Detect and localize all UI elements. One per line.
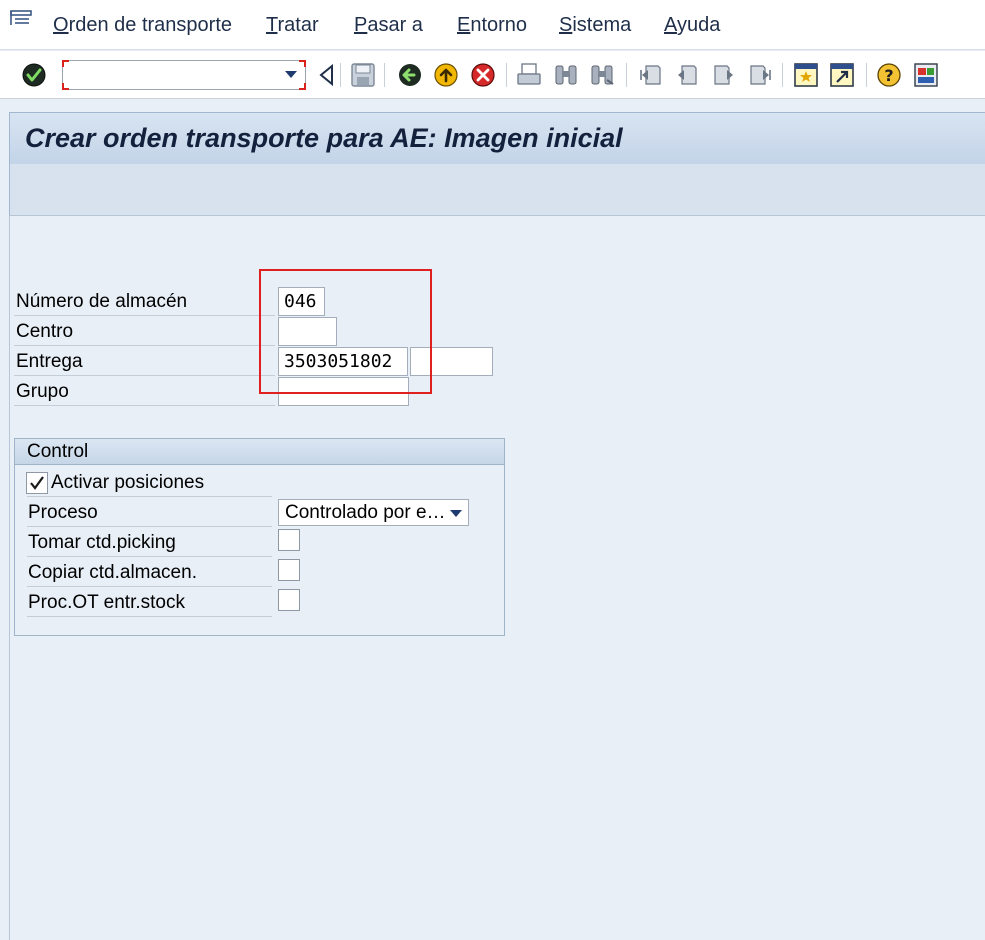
menu-pasar-a[interactable]: Pasar a	[354, 14, 423, 37]
chevron-down-icon[interactable]	[450, 510, 462, 517]
menu-entorno[interactable]: Entorno	[457, 14, 527, 37]
highlight-annotation	[259, 269, 432, 394]
toolbar-separator	[340, 63, 341, 87]
svg-text:?: ?	[884, 66, 893, 85]
system-menu-icon[interactable]	[9, 9, 35, 31]
menu-sistema[interactable]: Sistema	[559, 14, 631, 37]
group-label: Grupo	[16, 381, 69, 402]
process-select-value: Controlado por e…	[285, 502, 446, 523]
copy-wh-qty-checkbox[interactable]	[278, 559, 300, 581]
toolbar-separator	[506, 63, 507, 87]
label-underline	[14, 345, 275, 346]
label-underline	[27, 586, 272, 587]
menu-orden-de-transporte[interactable]: Orden de transporte	[53, 14, 232, 37]
label-underline	[14, 405, 275, 406]
control-group-box: Control Activar posiciones Proceso Contr…	[14, 438, 505, 636]
menu-bar: Orden de transporte Tratar Pasar a Entor…	[0, 0, 985, 50]
label-underline	[27, 526, 272, 527]
control-group-title: Control	[27, 441, 89, 462]
process-select[interactable]: Controlado por e…	[278, 499, 469, 526]
last-page-icon[interactable]	[747, 62, 773, 88]
plant-label: Centro	[16, 321, 74, 342]
label-underline	[14, 375, 275, 376]
customize-layout-icon[interactable]	[913, 62, 939, 88]
take-picking-qty-checkbox[interactable]	[278, 529, 300, 551]
create-session-icon[interactable]	[793, 62, 819, 88]
chevron-down-icon[interactable]	[285, 71, 297, 78]
find-icon[interactable]	[553, 62, 579, 88]
copy-wh-qty-label: Copiar ctd.almacen.	[28, 562, 197, 583]
shortcut-icon[interactable]	[829, 62, 855, 88]
process-label: Proceso	[28, 502, 98, 523]
help-icon[interactable]: ?	[876, 62, 902, 88]
checkmark-icon	[30, 476, 44, 490]
command-field-corner	[299, 83, 306, 90]
standard-toolbar: ?	[0, 51, 985, 99]
next-page-icon[interactable]	[711, 62, 737, 88]
enter-check-icon[interactable]	[21, 62, 47, 88]
find-next-icon[interactable]	[589, 62, 615, 88]
previous-page-icon[interactable]	[674, 62, 700, 88]
take-picking-qty-label: Tomar ctd.picking	[28, 532, 176, 553]
toolbar-separator	[384, 63, 385, 87]
command-input[interactable]	[67, 63, 277, 87]
cancel-icon[interactable]	[470, 62, 496, 88]
delivery-label: Entrega	[16, 351, 83, 372]
collapse-triangle-icon[interactable]	[314, 62, 340, 88]
label-underline	[27, 556, 272, 557]
label-underline	[14, 315, 275, 316]
toolbar-separator	[626, 63, 627, 87]
exit-icon[interactable]	[433, 62, 459, 88]
work-area-border	[9, 216, 10, 940]
application-toolbar	[9, 164, 985, 216]
control-group-header: Control	[15, 439, 504, 465]
title-bar: Crear orden transporte para AE: Imagen i…	[9, 112, 985, 164]
toolbar-separator	[866, 63, 867, 87]
command-field-corner	[299, 60, 306, 67]
toolbar-separator	[782, 63, 783, 87]
command-field[interactable]	[62, 60, 306, 90]
first-page-icon[interactable]	[638, 62, 664, 88]
print-icon[interactable]	[516, 62, 542, 88]
warehouse-label: Número de almacén	[16, 291, 188, 312]
page-title: Crear orden transporte para AE: Imagen i…	[25, 123, 623, 153]
label-underline	[27, 496, 272, 497]
menu-tratar[interactable]: Tratar	[266, 14, 319, 37]
activate-items-checkbox[interactable]	[26, 472, 48, 494]
proc-to-stock-label: Proc.OT entr.stock	[28, 592, 185, 613]
proc-to-stock-checkbox[interactable]	[278, 589, 300, 611]
back-icon[interactable]	[397, 62, 423, 88]
activate-items-label: Activar posiciones	[51, 472, 205, 493]
label-underline	[27, 616, 272, 617]
save-icon[interactable]	[350, 62, 376, 88]
menu-ayuda[interactable]: Ayuda	[664, 14, 720, 37]
